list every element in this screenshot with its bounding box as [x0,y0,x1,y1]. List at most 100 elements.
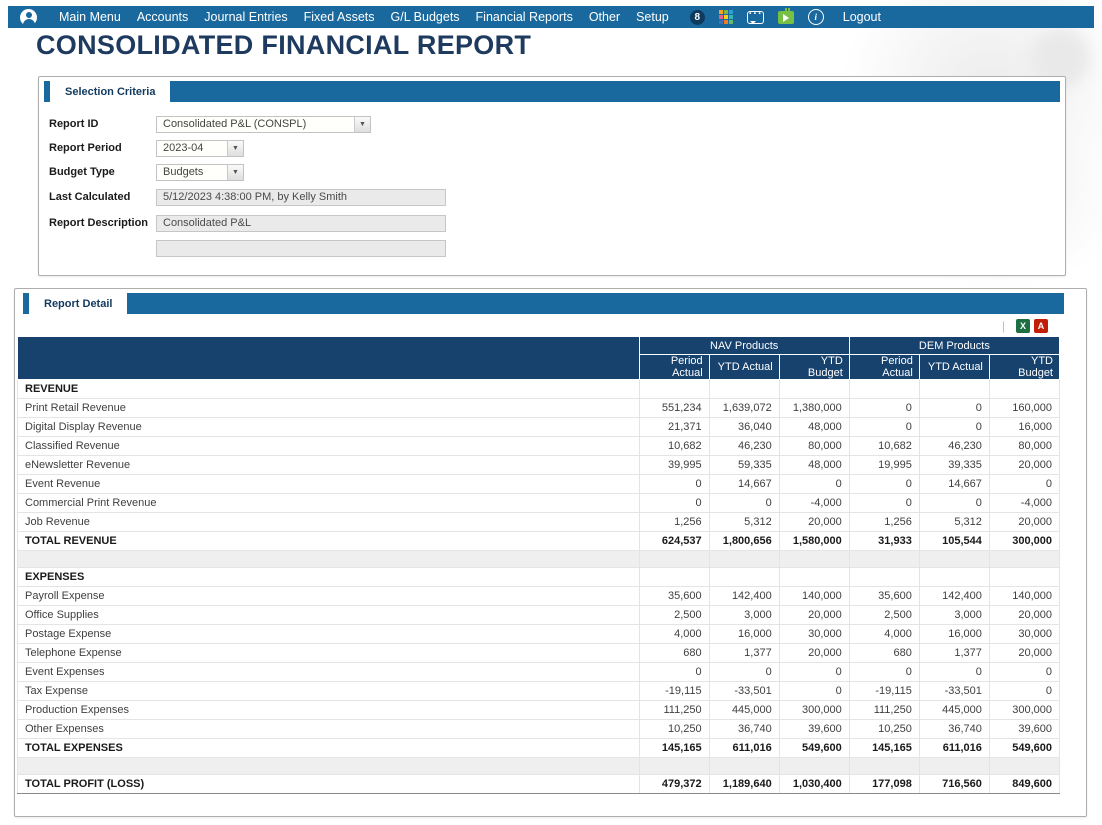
report-id-label: Report ID [49,118,156,130]
report-description-label: Report Description [49,217,156,229]
nav-item-fixed-assets[interactable]: Fixed Assets [304,10,375,24]
cell-value: 20,000 [779,606,849,625]
report-id-dropdown[interactable]: Consolidated P&L (CONSPL) ▼ [156,116,371,133]
export-separator: | [1002,319,1005,333]
table-row: eNewsletter Revenue39,99559,33548,00019,… [18,456,1060,475]
cell-value: -33,501 [919,682,989,701]
cell-value: 1,380,000 [779,399,849,418]
cell-value: -4,000 [989,494,1059,513]
row-label: TOTAL REVENUE [18,532,640,551]
nav-item-main-menu[interactable]: Main Menu [59,10,121,24]
budget-type-dropdown[interactable]: Budgets ▼ [156,164,244,181]
chevron-down-icon[interactable]: ▼ [227,165,243,180]
nav-item-gl-budgets[interactable]: G/L Budgets [391,10,460,24]
cell-value: 16,000 [919,625,989,644]
chat-icon[interactable] [747,11,764,24]
row-label: Telephone Expense [18,644,640,663]
cell-value [849,568,919,587]
report-id-value: Consolidated P&L (CONSPL) [157,118,354,130]
cell-value: 30,000 [779,625,849,644]
cell-value: 48,000 [779,456,849,475]
user-avatar-icon[interactable] [20,9,37,26]
row-label: Job Revenue [18,513,640,532]
table-row: TOTAL REVENUE624,5371,800,6561,580,00031… [18,532,1060,551]
nav-item-setup[interactable]: Setup [636,10,669,24]
row-label: Other Expenses [18,720,640,739]
cell-value: 0 [849,418,919,437]
budget-type-label: Budget Type [49,166,156,178]
cell-value: 849,600 [989,775,1059,794]
notification-badge-icon[interactable]: 8 [690,10,705,25]
cell-value: 680 [849,644,919,663]
cell-value: 4,000 [849,625,919,644]
tab-report-detail[interactable]: Report Detail [29,293,127,314]
cell-value: 35,600 [849,587,919,606]
cell-value: 0 [639,475,709,494]
report-description-field [156,215,446,232]
report-table-wrapper: NAV Products DEM Products Period Actual … [17,336,1086,794]
cell-value: 0 [849,494,919,513]
cell-value: 14,667 [919,475,989,494]
table-row: Other Expenses10,25036,74039,60010,25036… [18,720,1060,739]
excel-export-icon[interactable]: X [1016,319,1030,333]
budget-type-row: Budget Type Budgets ▼ [49,163,244,181]
nav-item-accounts[interactable]: Accounts [137,10,188,24]
cell-value [919,758,989,775]
table-row: Classified Revenue10,68246,23080,00010,6… [18,437,1060,456]
cell-value: 39,600 [989,720,1059,739]
cell-value: 36,740 [919,720,989,739]
top-nav-bar: Main Menu Accounts Journal Entries Fixed… [8,6,1094,28]
table-row [18,551,1060,568]
chevron-down-icon[interactable]: ▼ [354,117,370,132]
row-label: Postage Expense [18,625,640,644]
column-header-ytd-budget: YTD Budget [779,355,849,380]
cell-value: 549,600 [779,739,849,758]
apps-grid-icon[interactable] [719,10,733,24]
table-row: Job Revenue1,2565,31220,0001,2565,31220,… [18,513,1060,532]
cell-value: 10,682 [639,437,709,456]
report-tabstrip: Report Detail [23,293,1064,314]
cell-value: 59,335 [709,456,779,475]
group-header-nav-products: NAV Products [639,337,849,355]
cell-value: 160,000 [989,399,1059,418]
report-table-body: REVENUEPrint Retail Revenue551,2341,639,… [18,380,1060,794]
pdf-export-icon[interactable]: A [1034,319,1048,333]
cell-value: 0 [989,663,1059,682]
cell-value: 0 [779,682,849,701]
chevron-down-icon[interactable]: ▼ [227,141,243,156]
cell-value: 80,000 [989,437,1059,456]
cell-value: 5,312 [919,513,989,532]
cell-value: 0 [849,399,919,418]
nav-item-financial-reports[interactable]: Financial Reports [476,10,573,24]
cell-value: 300,000 [989,701,1059,720]
tv-glyph [778,11,794,24]
cell-value: 46,230 [919,437,989,456]
tab-selection-criteria[interactable]: Selection Criteria [50,81,170,102]
cell-value [639,380,709,399]
cell-value: 300,000 [989,532,1059,551]
row-label: EXPENSES [18,568,640,587]
row-label: Digital Display Revenue [18,418,640,437]
nav-item-journal-entries[interactable]: Journal Entries [204,10,287,24]
cell-value [709,568,779,587]
report-detail-panel: Report Detail | X A NAV Products DEM Pro… [14,288,1087,817]
info-icon[interactable]: i [808,9,824,25]
cell-value: 16,000 [709,625,779,644]
nav-item-other[interactable]: Other [589,10,620,24]
table-row: Office Supplies2,5003,00020,0002,5003,00… [18,606,1060,625]
cell-value: 19,995 [849,456,919,475]
cell-value: 142,400 [709,587,779,606]
video-tutorials-icon[interactable] [778,11,794,24]
cell-value: 4,000 [639,625,709,644]
cell-value [709,758,779,775]
last-calculated-label: Last Calculated [49,191,156,203]
cell-value: 0 [919,399,989,418]
report-period-dropdown[interactable]: 2023-04 ▼ [156,140,244,157]
table-row: Commercial Print Revenue00-4,00000-4,000 [18,494,1060,513]
row-label: Tax Expense [18,682,640,701]
row-label [18,551,640,568]
logout-button[interactable]: Logout [843,10,881,24]
cell-value [849,551,919,568]
cell-value: 36,740 [709,720,779,739]
cell-value: 39,995 [639,456,709,475]
